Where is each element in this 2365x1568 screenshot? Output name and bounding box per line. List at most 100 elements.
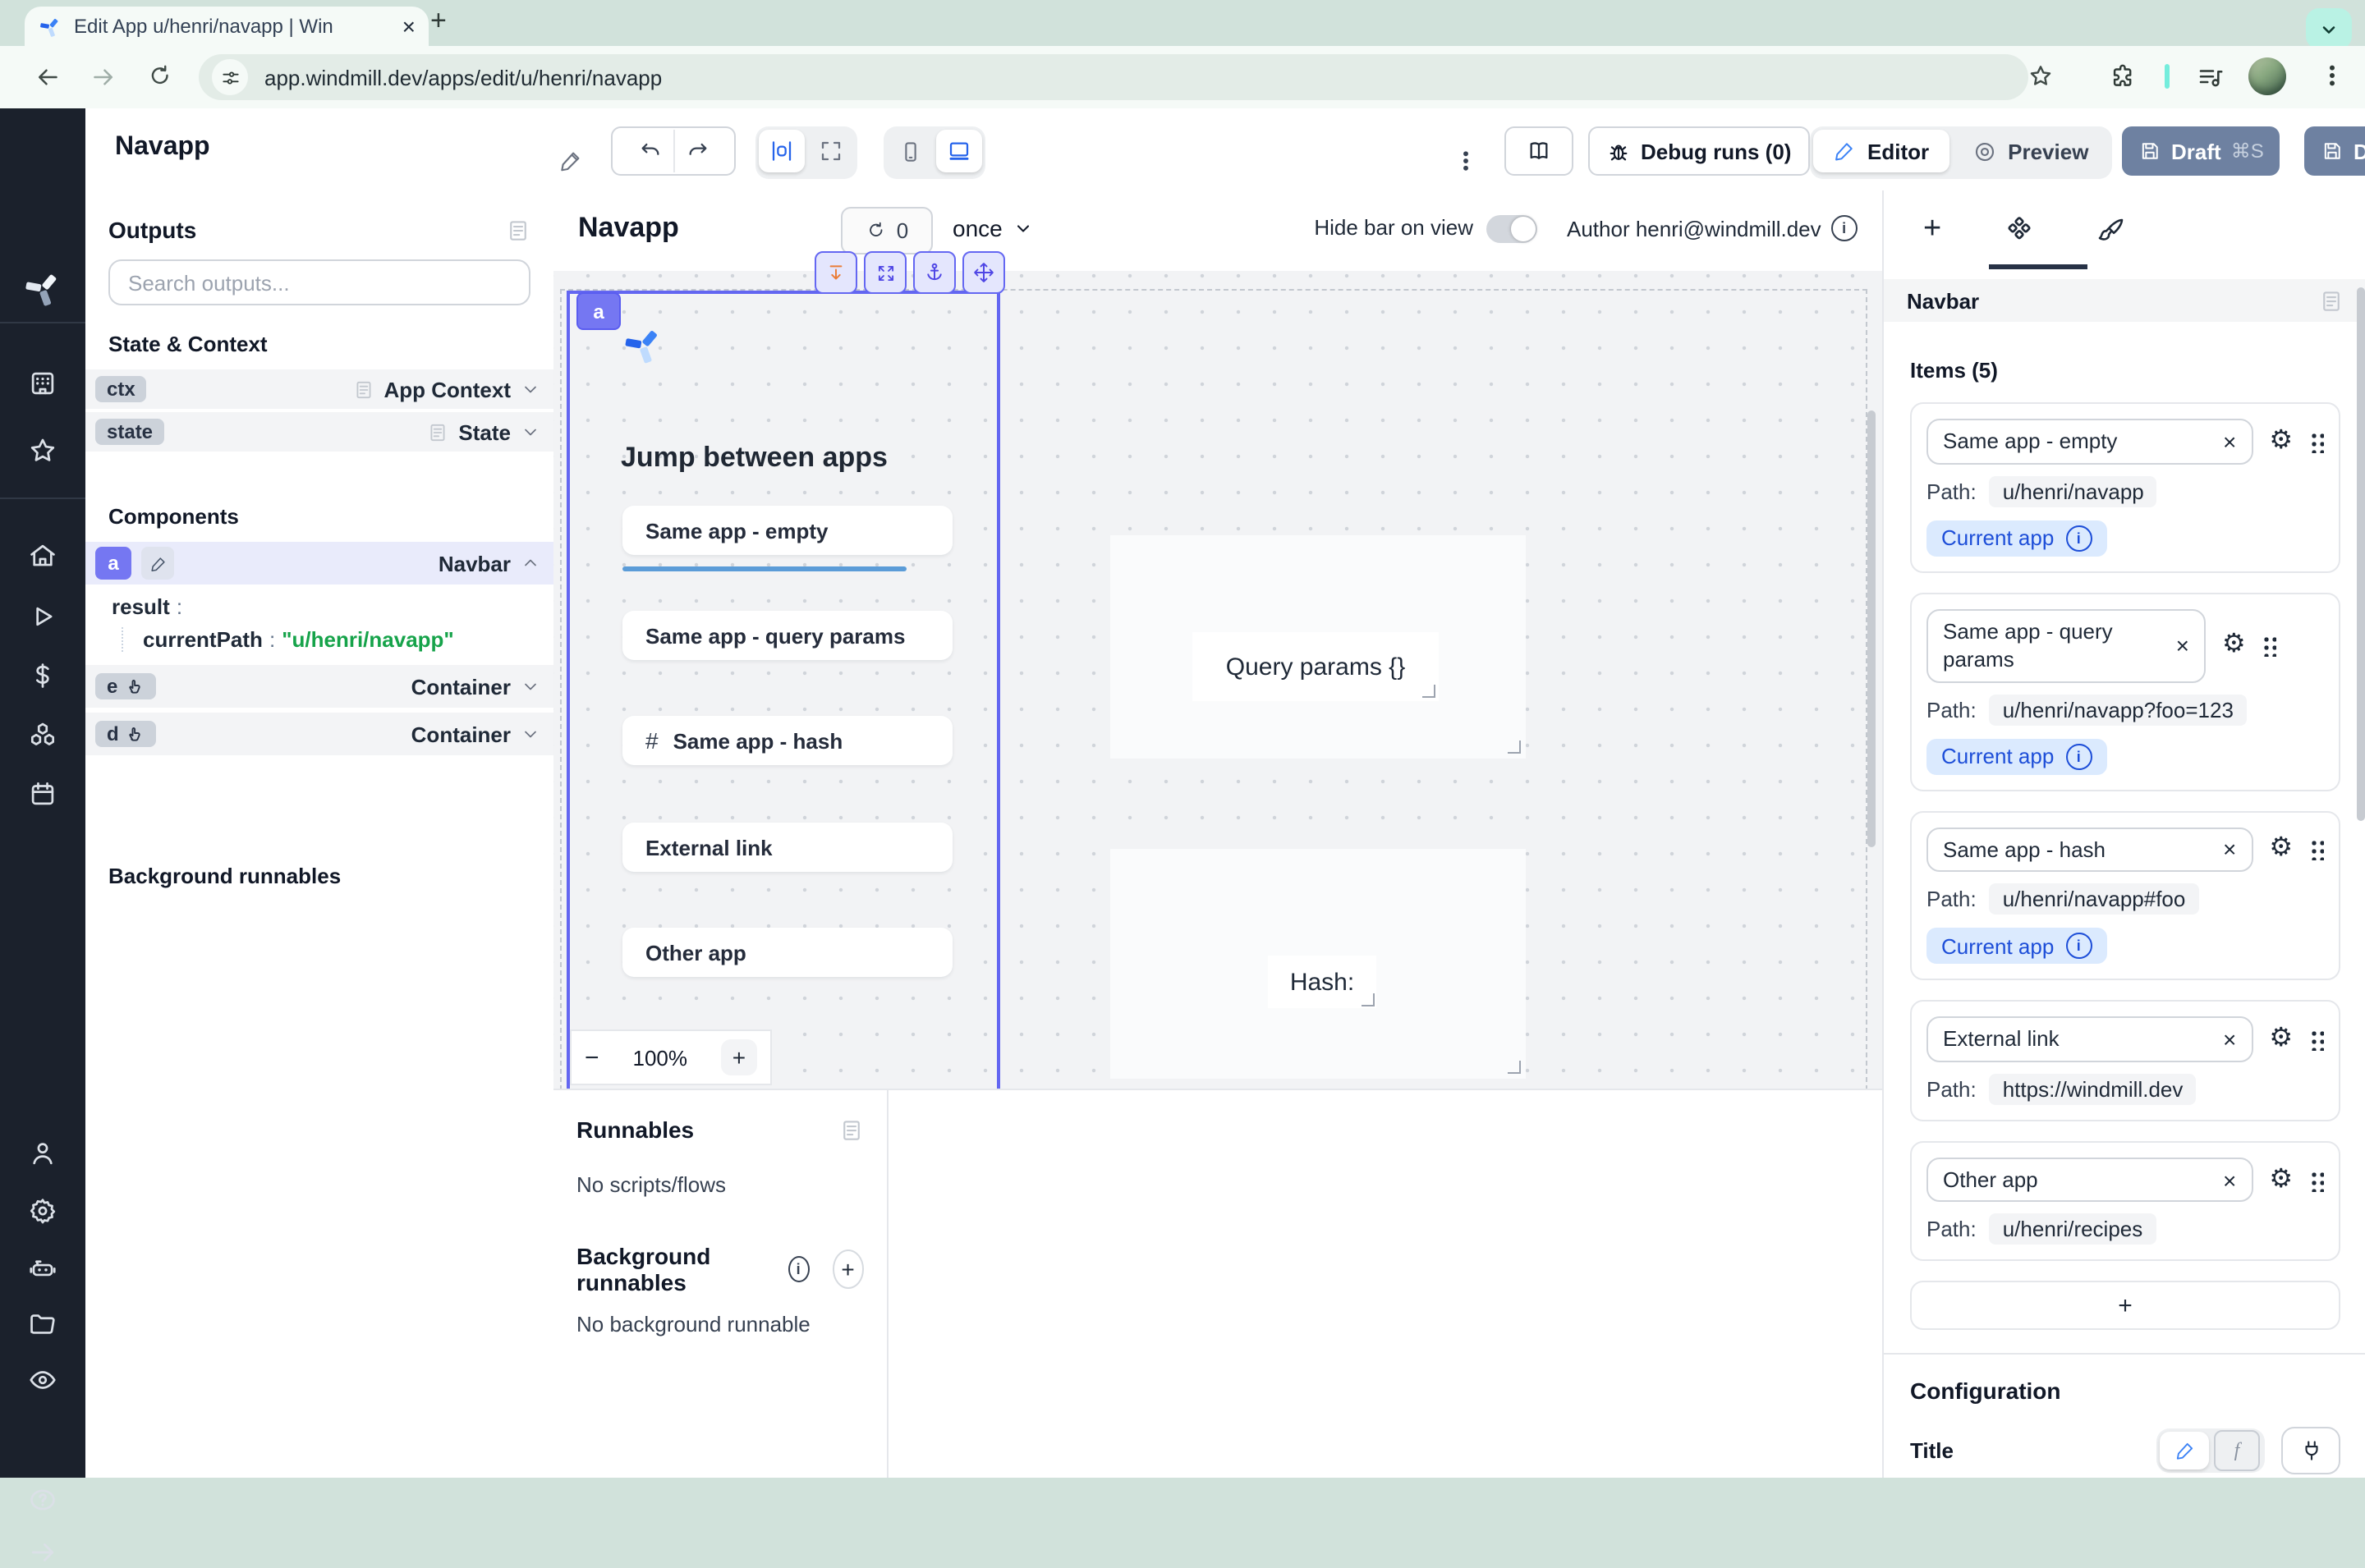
info-icon[interactable]: i: [788, 1256, 809, 1282]
clear-icon[interactable]: ×: [2223, 1167, 2236, 1193]
canvas-grid[interactable]: a Jump between apps Same app - empty Sam…: [553, 271, 1882, 1089]
chevron-down-icon[interactable]: [521, 724, 540, 744]
zoom-out-button[interactable]: −: [585, 1043, 599, 1071]
drag-handle-icon[interactable]: [2309, 1168, 2324, 1191]
help-icon[interactable]: [27, 1484, 58, 1515]
item-label-input[interactable]: Same app - query params ×: [1926, 608, 2206, 682]
drag-handle-icon[interactable]: [2309, 1028, 2324, 1051]
drag-handle-icon[interactable]: [2309, 430, 2324, 453]
chevron-up-icon[interactable]: [521, 553, 540, 573]
clear-icon[interactable]: ×: [2223, 1026, 2236, 1052]
hide-bar-toggle[interactable]: [1486, 215, 1537, 243]
info-icon[interactable]: i: [1831, 215, 1858, 241]
settings-gear-icon[interactable]: [27, 1195, 58, 1226]
windmill-logo-icon[interactable]: [21, 268, 64, 310]
panel-doc-icon[interactable]: [506, 218, 530, 242]
reload-icon[interactable]: [146, 62, 174, 90]
move-component-button[interactable]: [962, 251, 1005, 294]
panel-doc-icon[interactable]: [839, 1117, 864, 1142]
fullwidth-layout-button[interactable]: [808, 130, 854, 172]
site-settings-icon[interactable]: [212, 59, 248, 95]
canvas-scrollbar[interactable]: [1867, 410, 1876, 847]
variables-dollar-icon[interactable]: [27, 660, 58, 691]
component-settings-tab-icon[interactable]: [2004, 214, 2035, 245]
editor-tab[interactable]: Editor: [1813, 130, 1949, 172]
item-settings-gear-icon[interactable]: ⚙: [2222, 632, 2246, 658]
info-icon[interactable]: i: [2065, 525, 2092, 551]
forward-icon[interactable]: [89, 62, 118, 92]
zoom-in-button[interactable]: +: [721, 1039, 757, 1075]
item-label-input[interactable]: External link ×: [1926, 1016, 2252, 1061]
browser-menu-kebab-icon[interactable]: [2319, 62, 2345, 89]
browser-profile-avatar[interactable]: [2248, 57, 2286, 95]
drag-handle-icon[interactable]: [2309, 838, 2324, 861]
resize-handle[interactable]: [1508, 1061, 1521, 1074]
folders-icon[interactable]: [27, 1309, 58, 1340]
media-playlist-icon[interactable]: [2196, 62, 2225, 92]
component-d-row[interactable]: d Container: [85, 713, 553, 755]
right-panel-scrollbar[interactable]: [2357, 287, 2365, 821]
url-field[interactable]: app.windmill.dev/apps/edit/u/henri/navap…: [199, 54, 2028, 100]
users-icon[interactable]: [27, 1138, 58, 1169]
favorites-star-icon[interactable]: [27, 435, 58, 466]
back-icon[interactable]: [33, 62, 62, 92]
move-down-button[interactable]: [815, 251, 857, 294]
info-icon[interactable]: i: [2065, 933, 2092, 959]
resources-cubes-icon[interactable]: [27, 719, 58, 750]
search-outputs-input[interactable]: [125, 268, 514, 296]
chevron-down-icon[interactable]: [521, 379, 540, 399]
new-tab-button[interactable]: +: [430, 5, 447, 38]
info-icon[interactable]: i: [2065, 743, 2092, 769]
mobile-view-button[interactable]: [887, 130, 933, 172]
drag-handle-icon[interactable]: [2262, 634, 2277, 657]
audit-eye-icon[interactable]: [27, 1364, 58, 1396]
panel-doc-icon[interactable]: [2319, 288, 2344, 313]
container-e-query-card[interactable]: Query params {}: [1110, 535, 1526, 759]
deploy-button[interactable]: Deploy: [2304, 126, 2365, 176]
clear-icon[interactable]: ×: [2223, 429, 2236, 455]
workers-robot-icon[interactable]: [27, 1253, 58, 1284]
edit-title-pencil-icon[interactable]: [558, 138, 583, 184]
pinned-extension-icon[interactable]: [2165, 64, 2170, 89]
nav-item-other-app[interactable]: Other app: [622, 928, 953, 977]
state-row[interactable]: state State: [85, 412, 553, 452]
expression-mode-button[interactable]: f: [2212, 1433, 2262, 1470]
clear-icon[interactable]: ×: [2176, 632, 2189, 658]
expand-sidebar-arrow-icon[interactable]: [27, 1537, 58, 1568]
expand-component-button[interactable]: [864, 251, 907, 294]
draft-button[interactable]: Draft ⌘S: [2122, 126, 2280, 176]
component-a-row[interactable]: a Navbar: [85, 542, 553, 585]
ctx-row[interactable]: ctx App Context: [85, 369, 553, 409]
browser-tab[interactable]: Edit App u/henri/navapp | Win ×: [25, 7, 429, 46]
nav-item-same-app-empty[interactable]: Same app - empty: [622, 506, 953, 555]
styling-brush-tab-icon[interactable]: [2097, 215, 2127, 245]
centered-layout-button[interactable]: [759, 130, 805, 172]
connect-plug-button[interactable]: [2281, 1428, 2340, 1475]
runs-play-icon[interactable]: [27, 601, 58, 632]
resize-handle[interactable]: [1508, 740, 1521, 754]
component-e-row[interactable]: e Container: [85, 665, 553, 708]
rename-pencil-icon[interactable]: [141, 547, 174, 580]
container-d-hash-card[interactable]: Hash:: [1110, 849, 1526, 1079]
tab-close-icon[interactable]: ×: [402, 15, 416, 38]
nav-item-hash[interactable]: # Same app - hash: [622, 716, 953, 765]
tab-search-button[interactable]: [2306, 8, 2352, 49]
desktop-view-button[interactable]: [936, 130, 982, 172]
debug-runs-button[interactable]: Debug runs (0): [1588, 126, 1809, 176]
more-options-kebab-icon[interactable]: [1453, 138, 1478, 184]
add-background-runnable-button[interactable]: +: [832, 1249, 864, 1289]
apps-icon[interactable]: [27, 368, 58, 399]
resize-handle[interactable]: [1362, 993, 1375, 1006]
redo-icon[interactable]: [684, 138, 710, 164]
schedules-calendar-icon[interactable]: [27, 778, 58, 809]
extensions-puzzle-icon[interactable]: [2109, 62, 2137, 90]
chevron-down-icon[interactable]: [521, 422, 540, 442]
clear-icon[interactable]: ×: [2223, 837, 2236, 863]
docs-book-button[interactable]: [1504, 126, 1573, 176]
item-settings-gear-icon[interactable]: ⚙: [2269, 837, 2293, 863]
selected-navbar-component[interactable]: a Jump between apps Same app - empty Sam…: [567, 291, 1000, 1092]
item-settings-gear-icon[interactable]: ⚙: [2269, 429, 2293, 455]
undo-icon[interactable]: [636, 138, 663, 164]
resize-handle[interactable]: [1422, 685, 1435, 698]
preview-tab[interactable]: Preview: [1952, 130, 2108, 172]
